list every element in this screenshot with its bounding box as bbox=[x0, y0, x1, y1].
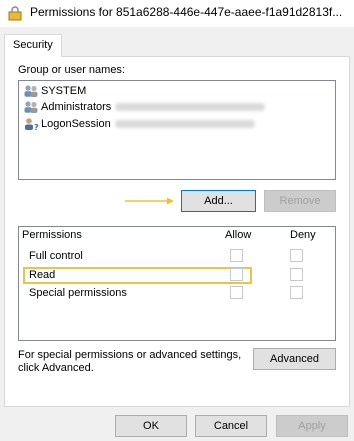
allow-checkbox-special[interactable] bbox=[230, 286, 243, 299]
allow-checkbox-full-control[interactable] bbox=[230, 249, 243, 262]
list-item[interactable]: SYSTEM bbox=[23, 84, 323, 100]
title-bar: Permissions for 851a6288-446e-447e-aaee-… bbox=[0, 0, 354, 27]
list-item[interactable]: Administrators bbox=[23, 100, 323, 116]
apply-button[interactable]: Apply bbox=[276, 415, 348, 437]
security-page: Group or user names: SYSTEM Administrato… bbox=[4, 56, 350, 407]
deny-header: Deny bbox=[290, 229, 316, 241]
highlight-annotation bbox=[23, 267, 252, 284]
users-icon bbox=[24, 85, 38, 97]
group-label: Group or user names: bbox=[18, 64, 125, 76]
user-listbox[interactable]: SYSTEM Administrators ? LogonSession bbox=[18, 80, 336, 180]
user-icon: ? bbox=[25, 118, 39, 131]
advanced-button[interactable]: Advanced bbox=[253, 348, 336, 370]
tab-strip: Security bbox=[0, 34, 354, 57]
allow-header: Allow bbox=[225, 229, 252, 241]
svg-text:?: ? bbox=[34, 123, 39, 131]
allow-checkbox-read[interactable] bbox=[230, 268, 243, 281]
advanced-description: For special permissions or advanced sett… bbox=[18, 349, 242, 374]
window-title: Permissions for 851a6288-446e-447e-aaee-… bbox=[30, 5, 343, 19]
tab-security[interactable]: Security bbox=[4, 34, 62, 57]
permissions-header: Permissions bbox=[22, 229, 82, 241]
permission-name: Full control bbox=[29, 250, 83, 262]
user-name: SYSTEM bbox=[41, 85, 87, 97]
user-name: LogonSession bbox=[41, 118, 111, 130]
redacted-text bbox=[114, 120, 255, 128]
cancel-button[interactable]: Cancel bbox=[195, 415, 267, 437]
deny-checkbox-read[interactable] bbox=[290, 268, 303, 281]
users-icon bbox=[24, 101, 38, 113]
user-name: Administrators bbox=[41, 101, 112, 113]
add-button[interactable]: Add... bbox=[181, 190, 256, 212]
permission-name: Read bbox=[29, 269, 56, 281]
remove-button[interactable]: Remove bbox=[264, 190, 336, 212]
lock-icon bbox=[8, 6, 22, 21]
redacted-text bbox=[115, 103, 266, 111]
ok-button[interactable]: OK bbox=[115, 415, 187, 437]
deny-checkbox-special[interactable] bbox=[290, 286, 303, 299]
deny-checkbox-full-control[interactable] bbox=[290, 249, 303, 262]
arrow-annotation bbox=[125, 197, 174, 205]
list-item[interactable]: ? LogonSession bbox=[23, 117, 323, 133]
permission-name: Special permissions bbox=[29, 287, 127, 299]
permissions-list: Permissions Allow Deny Full control Read… bbox=[18, 226, 336, 341]
